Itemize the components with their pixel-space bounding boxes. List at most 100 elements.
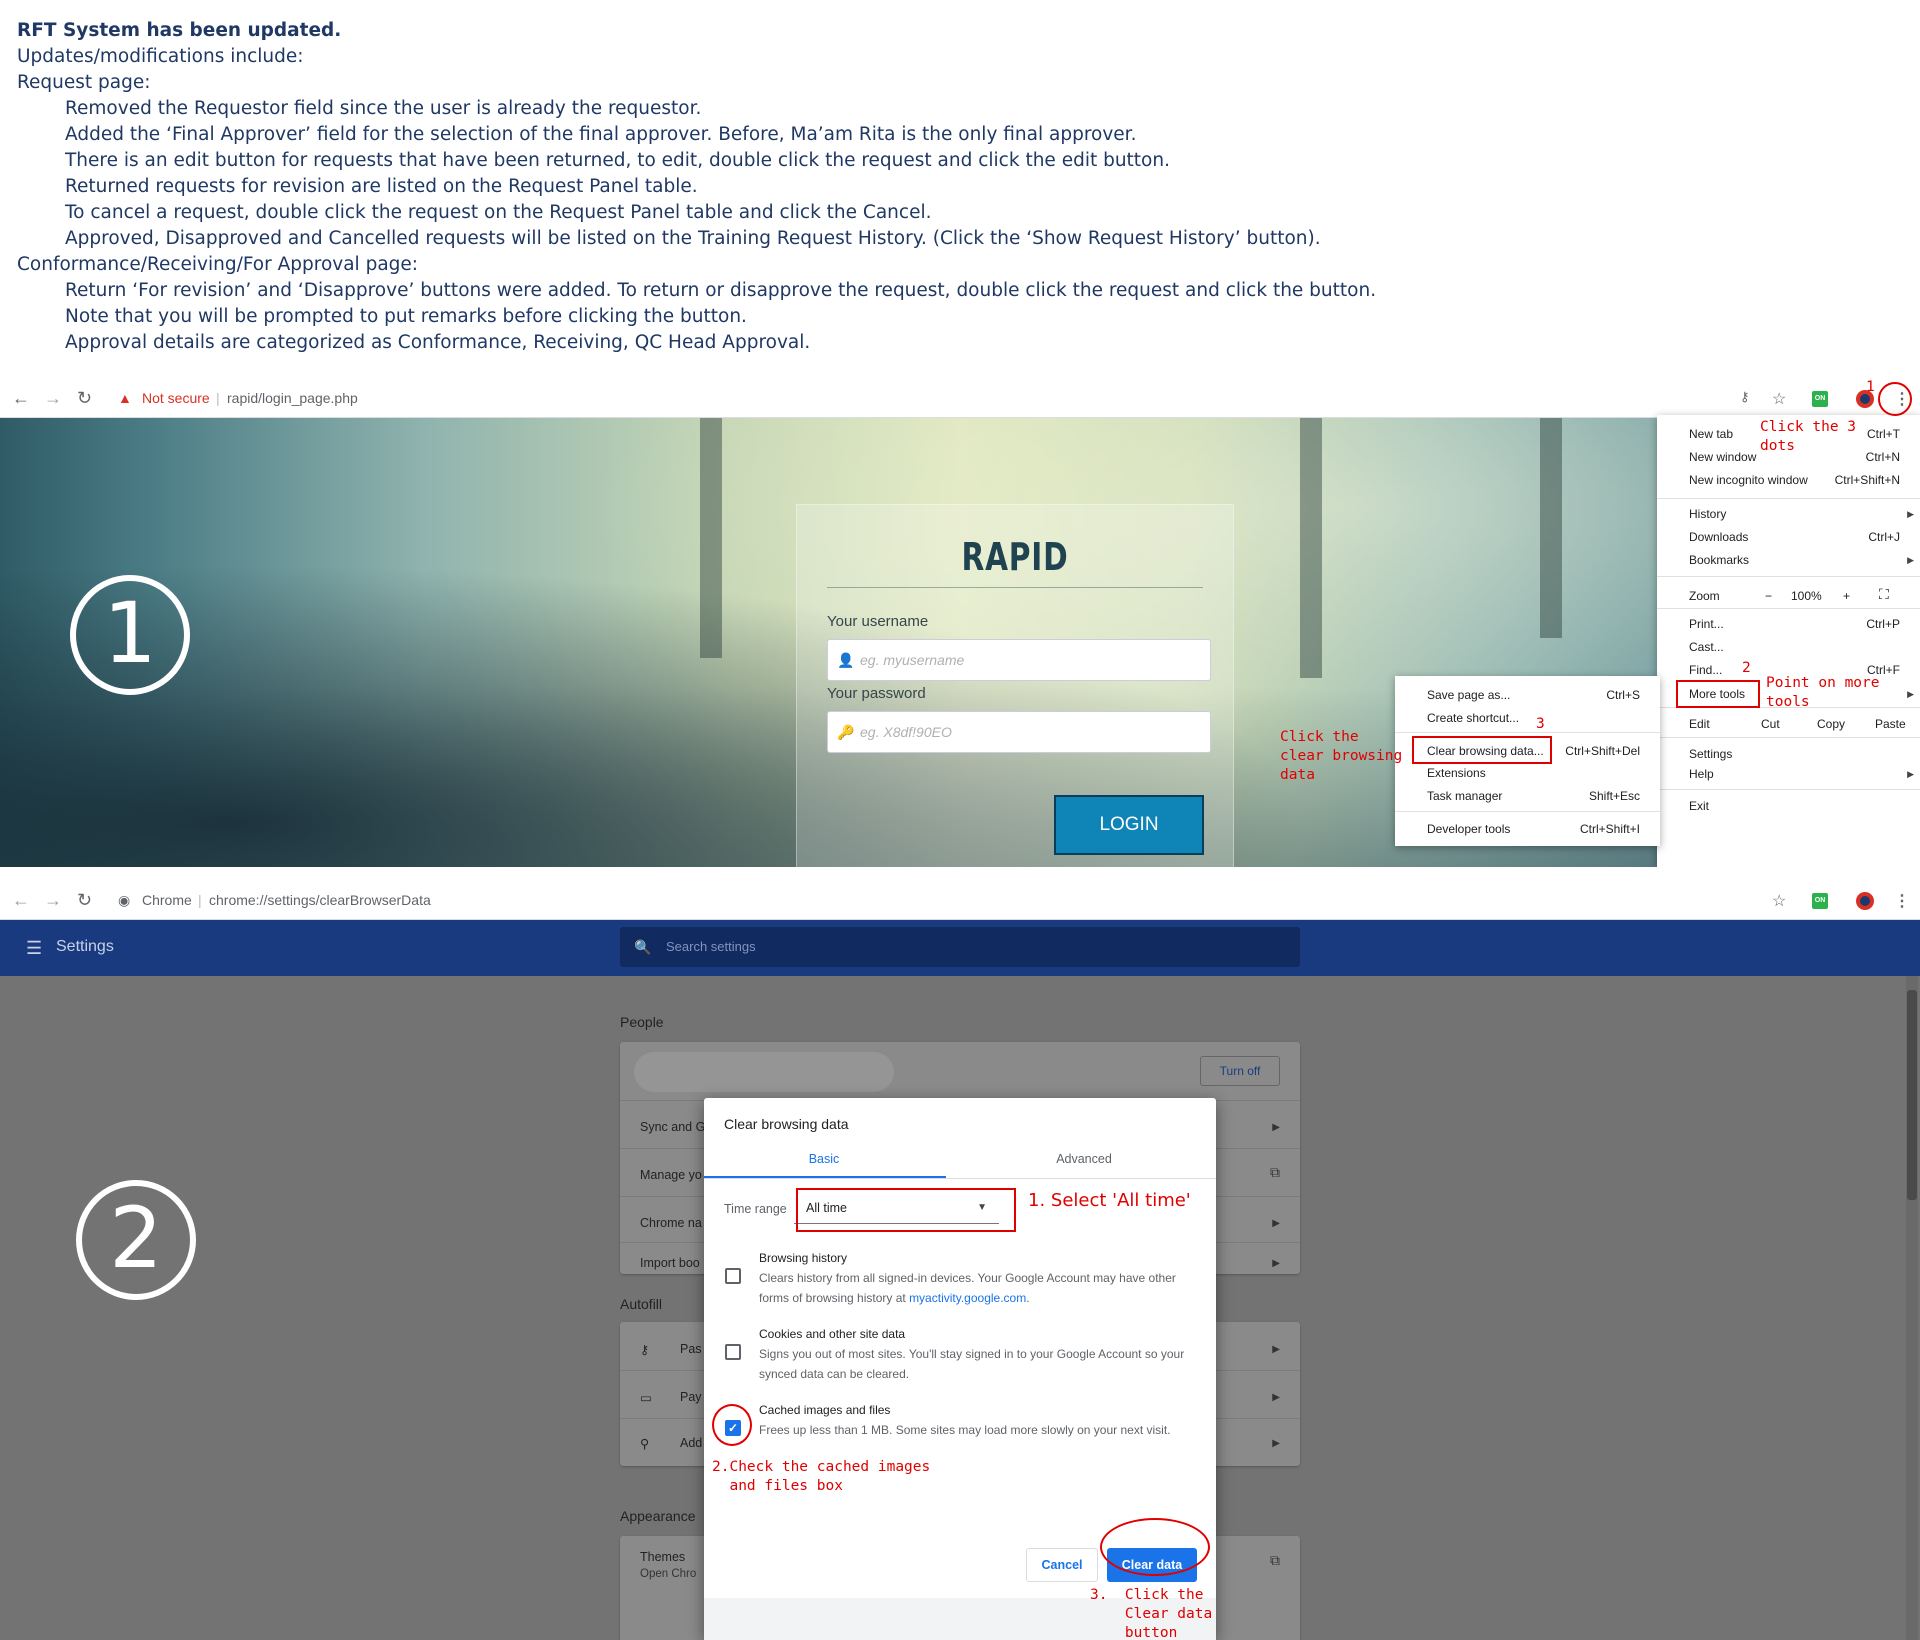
annotation-text: Point on more tools (1766, 675, 1880, 710)
scrollbar-track[interactable] (1906, 976, 1918, 1640)
menu-new-window[interactable]: New window (1689, 450, 1756, 464)
menu-icon[interactable]: ☰ (26, 938, 42, 959)
menu-separator (1657, 498, 1920, 499)
shortcut-label: Ctrl+N (1865, 450, 1900, 464)
address-bar[interactable]: rapid/login_page.php (227, 390, 358, 406)
menu-developer-tools[interactable]: Developer tools (1427, 822, 1510, 836)
settings-row-sync[interactable]: Sync and G (640, 1120, 705, 1134)
notes-item: Approved, Disapproved and Cancelled requ… (65, 228, 1321, 249)
update-notes: RFT System has been updated. Updates/mod… (0, 0, 1920, 378)
zoom-out-button[interactable]: − (1765, 589, 1772, 603)
settings-row-addresses[interactable]: Add (680, 1436, 702, 1450)
login-button[interactable]: LOGIN (1054, 795, 1204, 855)
menu-find[interactable]: Find... (1689, 663, 1722, 677)
menu-print[interactable]: Print... (1689, 617, 1724, 631)
reload-icon[interactable]: ↻ (77, 890, 92, 911)
menu-extensions[interactable]: Extensions (1427, 766, 1486, 780)
settings-row-chrome-name[interactable]: Chrome na (640, 1216, 702, 1230)
fullscreen-icon[interactable]: ⛶ (1879, 586, 1889, 603)
user-icon: 👤 (837, 652, 855, 668)
shortcut-label: Ctrl+Shift+N (1834, 473, 1900, 487)
themes-subtext: Open Chro (640, 1568, 697, 1580)
extension-on-icon[interactable]: ON (1812, 893, 1828, 909)
menu-help[interactable]: Help (1689, 767, 1714, 781)
menu-cut[interactable]: Cut (1761, 717, 1780, 731)
forward-icon[interactable]: → (44, 890, 62, 911)
extension-on-icon[interactable]: ON (1812, 391, 1828, 407)
menu-paste[interactable]: Paste (1875, 717, 1906, 731)
menu-history[interactable]: History (1689, 507, 1726, 521)
shortcut-label: Ctrl+Shift+Del (1565, 744, 1640, 758)
annotation-step: 3 (1536, 716, 1545, 732)
back-icon[interactable]: ← (12, 890, 30, 911)
section-title-autofill: Autofill (620, 1296, 663, 1312)
password-input[interactable]: 🔑 eg. X8df!90EO (827, 711, 1211, 753)
tab-divider (704, 1178, 1216, 1179)
reload-icon[interactable]: ↻ (77, 388, 92, 409)
site-label: Chrome (142, 892, 192, 908)
notes-item: Returned requests for revision are liste… (65, 176, 698, 197)
menu-copy[interactable]: Copy (1817, 717, 1845, 731)
external-link-icon: ⧉ (1270, 1164, 1280, 1180)
url-divider: | (198, 892, 202, 908)
star-icon[interactable]: ☆ (1772, 389, 1786, 409)
option-cached-images: Cached images and files Frees up less th… (759, 1400, 1189, 1440)
option-title: Browsing history (759, 1251, 848, 1265)
key-icon: 🔑 (837, 724, 855, 740)
tab-basic[interactable]: Basic (704, 1152, 944, 1166)
star-icon[interactable]: ☆ (1772, 891, 1786, 911)
forward-icon[interactable]: → (44, 388, 62, 409)
notes-item: Approval details are categorized as Conf… (65, 332, 811, 353)
menu-incognito[interactable]: New incognito window (1689, 473, 1808, 487)
settings-row-import[interactable]: Import boo (640, 1256, 700, 1270)
search-settings-input[interactable]: 🔍 Search settings (620, 927, 1300, 967)
menu-cast[interactable]: Cast... (1689, 640, 1724, 654)
turn-off-button[interactable]: Turn off (1200, 1056, 1280, 1086)
menu-save-page[interactable]: Save page as... (1427, 688, 1510, 702)
scrollbar-thumb[interactable] (1907, 990, 1917, 1200)
submenu-arrow-icon: ▶ (1907, 689, 1914, 699)
cookies-checkbox[interactable] (725, 1344, 741, 1360)
back-icon[interactable]: ← (12, 388, 30, 409)
menu-settings[interactable]: Settings (1689, 747, 1732, 761)
zoom-in-button[interactable]: + (1843, 589, 1850, 603)
settings-row-payment[interactable]: Pay (680, 1390, 702, 1404)
menu-separator (1657, 576, 1920, 577)
password-label: Your password (827, 685, 926, 702)
shortcut-label: Ctrl+J (1868, 530, 1900, 544)
menu-new-tab[interactable]: New tab (1689, 427, 1733, 441)
search-icon: 🔍 (634, 939, 652, 955)
browsing-history-checkbox[interactable] (725, 1268, 741, 1284)
chevron-right-icon: ▶ (1272, 1218, 1280, 1229)
cancel-button[interactable]: Cancel (1026, 1548, 1098, 1582)
menu-bookmarks[interactable]: Bookmarks (1689, 553, 1749, 567)
settings-header: ☰ Settings 🔍 Search settings (0, 920, 1920, 976)
menu-task-manager[interactable]: Task manager (1427, 789, 1502, 803)
notes-item: Removed the Requestor field since the us… (65, 98, 702, 119)
menu-separator (1657, 789, 1920, 790)
menu-downloads[interactable]: Downloads (1689, 530, 1748, 544)
menu-exit[interactable]: Exit (1689, 799, 1709, 813)
step-number-badge: 2 (76, 1180, 196, 1300)
annotation-text: Click the clear browsing data (1280, 729, 1403, 783)
address-bar[interactable]: chrome://settings/clearBrowserData (209, 892, 431, 908)
notes-item: Note that you will be prompted to put re… (65, 306, 747, 327)
browser-toolbar: ← → ↻ ◉ Chrome | chrome://settings/clear… (0, 882, 1920, 920)
not-secure-label[interactable]: Not secure (142, 390, 210, 406)
settings-row-passwords[interactable]: Pas (680, 1342, 702, 1356)
profile-avatar[interactable] (1856, 892, 1874, 910)
warning-icon: ▲ (118, 390, 132, 406)
menu-create-shortcut[interactable]: Create shortcut... (1427, 711, 1519, 725)
annotation-text: Click the 3 dots (1760, 419, 1857, 454)
clear-data-screenshot: ← → ↻ ◉ Chrome | chrome://settings/clear… (0, 882, 1920, 1640)
settings-row-themes[interactable]: Themes (640, 1550, 685, 1564)
dialog-title: Clear browsing data (724, 1116, 849, 1132)
more-dots-icon[interactable]: ⋮ (1894, 891, 1910, 911)
tab-advanced[interactable]: Advanced (964, 1152, 1204, 1166)
myactivity-link[interactable]: myactivity.google.com (909, 1291, 1026, 1305)
username-input[interactable]: 👤 eg. myusername (827, 639, 1211, 681)
annotation-text: 1. Select 'All time' (1028, 1190, 1191, 1211)
key-icon[interactable]: ⚷ (1740, 389, 1750, 405)
annotation-circle (712, 1404, 752, 1446)
settings-row-manage[interactable]: Manage yo (640, 1168, 702, 1182)
